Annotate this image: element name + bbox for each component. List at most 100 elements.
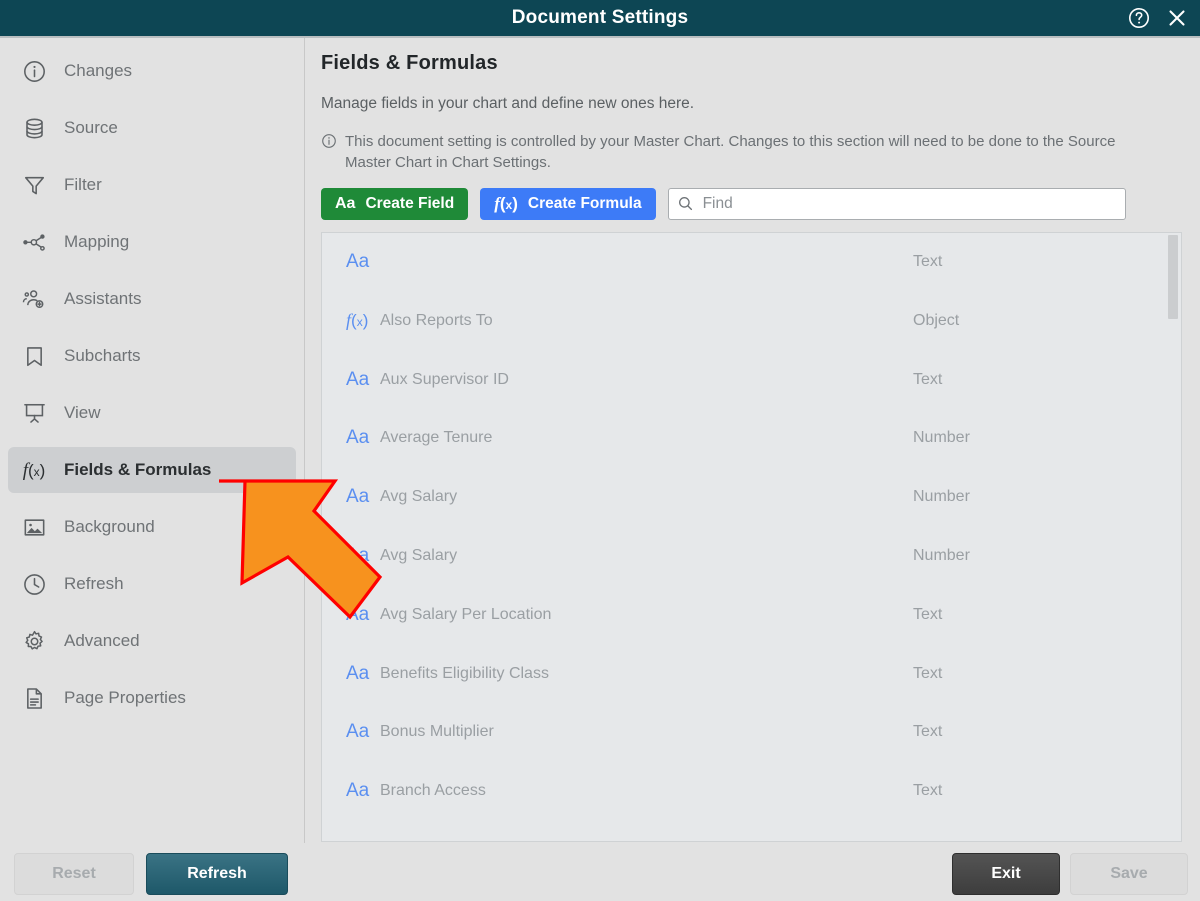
field-name: Avg Salary (380, 488, 458, 506)
funnel-icon (20, 171, 48, 199)
table-row[interactable]: Aa Bonus Multiplier Text (322, 703, 1181, 762)
field-type: Text (913, 252, 943, 270)
settings-main-panel: Fields & Formulas Manage fields in your … (305, 38, 1200, 843)
aa-text-icon: Aa (346, 780, 370, 802)
search-field-wrapper (667, 187, 1126, 220)
dialog-title: Document Settings (511, 7, 689, 28)
field-type: Number (913, 488, 970, 506)
field-name: Avg Salary Per Location (380, 605, 552, 623)
nodes-icon (20, 228, 48, 256)
field-name: Benefits Eligibility Class (380, 664, 549, 682)
create-field-label: Create Field (365, 194, 455, 212)
aa-text-icon: Aa (346, 368, 370, 390)
close-button[interactable] (1164, 5, 1190, 31)
document-settings-dialog: Document Settings Changes Source Filter … (0, 0, 1200, 901)
fx-icon: f(x) (22, 459, 46, 481)
fields-toolbar: Aa Create Field f(x) Create Formula (321, 187, 1184, 220)
create-formula-button[interactable]: f(x) Create Formula (480, 187, 656, 220)
field-name: Average Tenure (380, 429, 493, 447)
table-row[interactable]: Aa Avg Salary Number (322, 468, 1181, 527)
dialog-footer: Reset Refresh Exit Save (0, 843, 1200, 901)
search-input[interactable] (667, 187, 1126, 220)
table-row[interactable]: Aa Benefits Eligibility Class Text (322, 644, 1181, 703)
scrollbar-thumb[interactable] (1168, 234, 1178, 319)
help-button[interactable] (1126, 5, 1152, 31)
database-icon (20, 114, 48, 142)
document-icon (20, 684, 48, 712)
exit-button[interactable]: Exit (952, 853, 1060, 895)
aa-text-icon: Aa (346, 544, 370, 566)
close-icon (1165, 6, 1189, 30)
settings-sidebar: Changes Source Filter Mapping Assistants… (0, 38, 304, 843)
aa-text-icon: Aa (346, 603, 370, 625)
fx-icon: f(x) (494, 194, 518, 214)
sidebar-item-subcharts[interactable]: Subcharts (8, 333, 296, 379)
image-icon (20, 513, 48, 541)
field-type: Text (913, 605, 943, 623)
sidebar-item-changes[interactable]: Changes (8, 48, 296, 94)
sidebar-item-view[interactable]: View (8, 390, 296, 436)
sidebar-item-source[interactable]: Source (8, 105, 296, 151)
sidebar-item-advanced[interactable]: Advanced (8, 618, 296, 664)
reset-button[interactable]: Reset (14, 853, 134, 895)
table-row[interactable]: Aa (322, 821, 1181, 841)
master-chart-notice: This document setting is controlled by y… (321, 131, 1184, 174)
dialog-titlebar: Document Settings (0, 0, 1200, 36)
field-list-rows: Aa Text f(x) Also Reports To Object Aa A… (322, 233, 1181, 841)
aa-text-icon: Aa (346, 839, 380, 841)
table-row[interactable]: Aa Aux Supervisor ID Text (322, 350, 1181, 409)
table-row[interactable]: Aa Average Tenure Number (322, 409, 1181, 468)
sidebar-item-label: Background (64, 517, 155, 536)
sidebar-item-label: Source (64, 118, 118, 137)
sidebar-item-label: Page Properties (64, 688, 186, 707)
field-type: Text (913, 370, 943, 388)
sidebar-item-label: Assistants (64, 289, 142, 308)
sidebar-item-label: Advanced (64, 631, 140, 650)
field-type: Number (913, 546, 970, 564)
gear-icon (20, 627, 48, 655)
aa-text-icon: Aa (346, 486, 370, 508)
notice-text: This document setting is controlled by y… (345, 133, 1116, 172)
table-row[interactable]: Aa Avg Salary Per Location Text (322, 585, 1181, 644)
table-row[interactable]: Aa Branch Access Text (322, 762, 1181, 821)
table-row[interactable]: f(x) Also Reports To Object (322, 291, 1181, 350)
sidebar-item-label: Subcharts (64, 346, 141, 365)
question-circle-icon (1127, 6, 1151, 30)
field-type: Object (913, 311, 960, 329)
fx-icon: f(x) (346, 309, 369, 330)
aa-text-icon: Aa (346, 662, 370, 684)
sidebar-item-fields-formulas[interactable]: f(x) Fields & Formulas (8, 447, 296, 493)
sidebar-item-assistants[interactable]: Assistants (8, 276, 296, 322)
table-row[interactable]: Aa Text (322, 233, 1181, 292)
sidebar-item-label: Refresh (64, 574, 124, 593)
save-button[interactable]: Save (1070, 853, 1188, 895)
aa-text-icon: Aa (346, 250, 370, 272)
sidebar-item-background[interactable]: Background (8, 504, 296, 550)
field-name: Branch Access (380, 782, 486, 800)
sidebar-item-page-properties[interactable]: Page Properties (8, 675, 296, 721)
sidebar-item-label: Filter (64, 175, 102, 194)
bookmark-icon (20, 342, 48, 370)
aa-text-icon: Aa (346, 427, 370, 449)
field-type: Number (913, 429, 970, 447)
field-name: Bonus Multiplier (380, 723, 494, 741)
sidebar-item-mapping[interactable]: Mapping (8, 219, 296, 265)
aa-text-icon: Aa (346, 721, 370, 743)
field-name: Also Reports To (380, 311, 493, 329)
info-circle-icon (321, 133, 337, 149)
sidebar-item-filter[interactable]: Filter (8, 162, 296, 208)
field-list-scrollbar[interactable] (1168, 233, 1180, 840)
field-type: Text (913, 782, 943, 800)
create-field-button[interactable]: Aa Create Field (321, 187, 469, 220)
info-circle-icon (20, 57, 48, 85)
users-add-icon (20, 285, 48, 313)
field-name: Aux Supervisor ID (380, 370, 509, 388)
sidebar-item-label: View (64, 403, 101, 422)
table-row[interactable]: Aa Avg Salary Number (322, 527, 1181, 586)
sidebar-item-label: Mapping (64, 232, 130, 251)
refresh-button[interactable]: Refresh (146, 853, 288, 895)
aa-text-icon: Aa (335, 194, 356, 212)
field-type: Text (913, 664, 943, 682)
field-name: Avg Salary (380, 546, 458, 564)
sidebar-item-refresh[interactable]: Refresh (8, 561, 296, 607)
